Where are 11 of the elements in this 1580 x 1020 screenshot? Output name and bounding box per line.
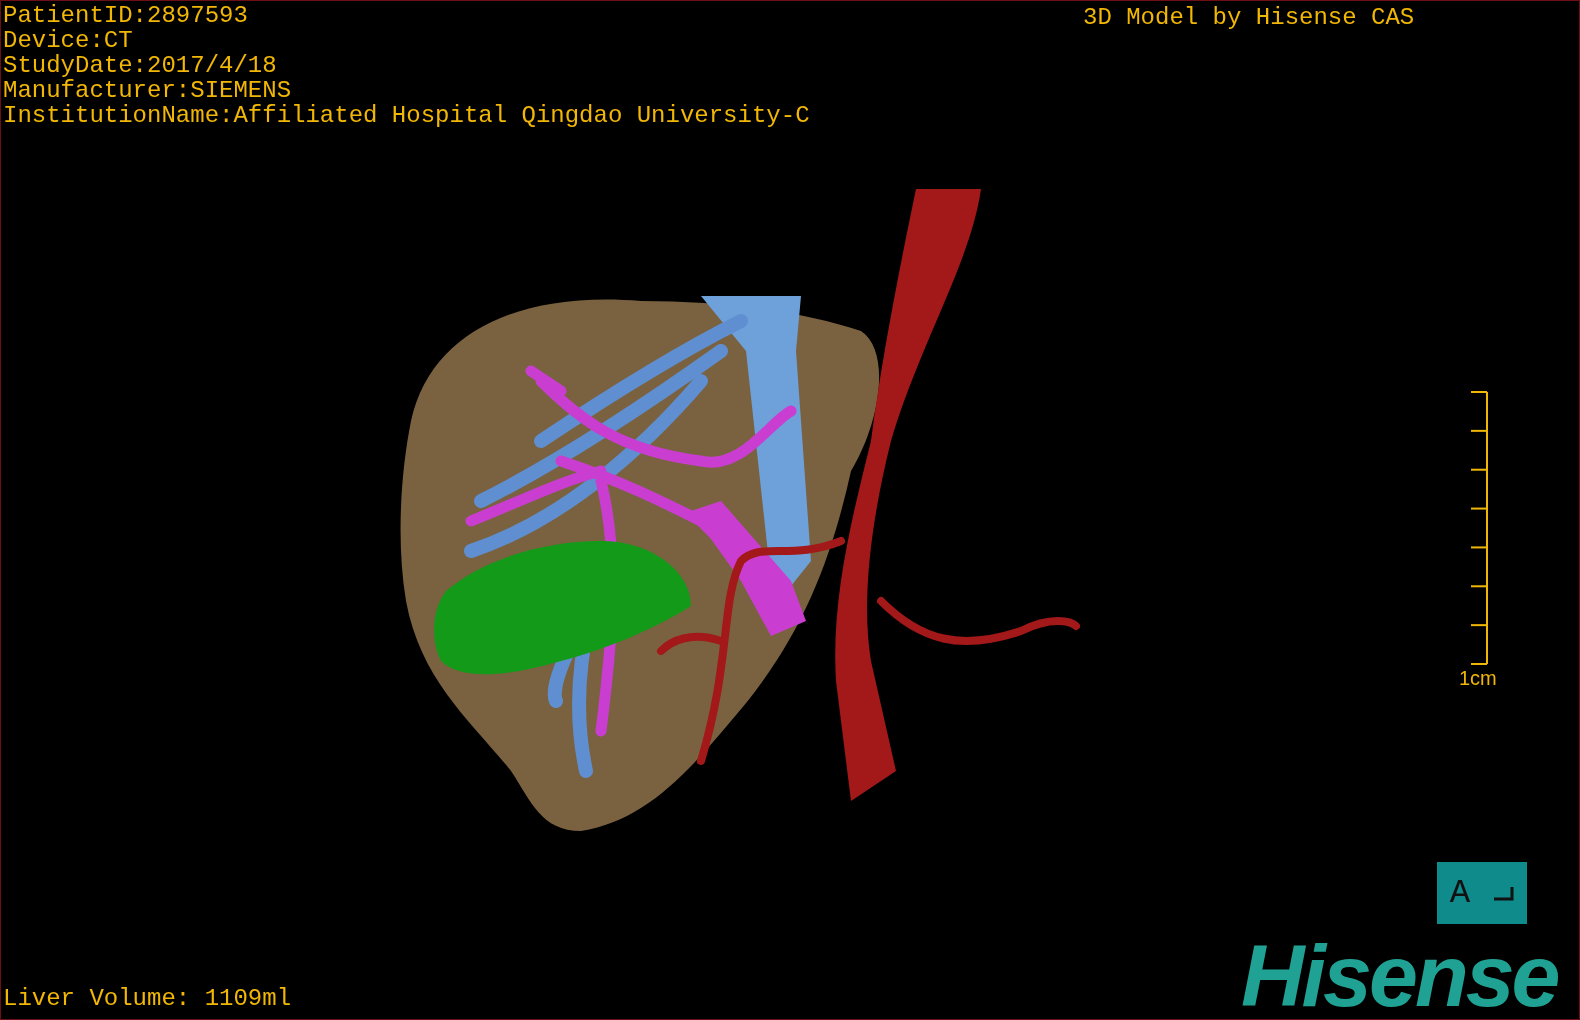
scale-label: 1cm xyxy=(1459,667,1497,689)
liver-volume: Liver Volume: 1109ml xyxy=(3,986,292,1011)
model-title: 3D Model by Hisense CAS xyxy=(1083,5,1415,30)
logo: Hisense xyxy=(1241,936,1558,1016)
orientation-label: A xyxy=(1449,875,1471,911)
study-info-line: PatientID:2897593 xyxy=(3,3,249,28)
corner-icon xyxy=(1492,885,1515,901)
study-info-line: InstitutionName:Affiliated Hospital Qingdao University-C xyxy=(3,103,810,128)
study-info-line: Device:CT xyxy=(3,28,134,53)
study-info-line: Manufacturer:SIEMENS xyxy=(3,78,293,103)
study-info-line: StudyDate:2017/4/18 xyxy=(3,53,278,78)
